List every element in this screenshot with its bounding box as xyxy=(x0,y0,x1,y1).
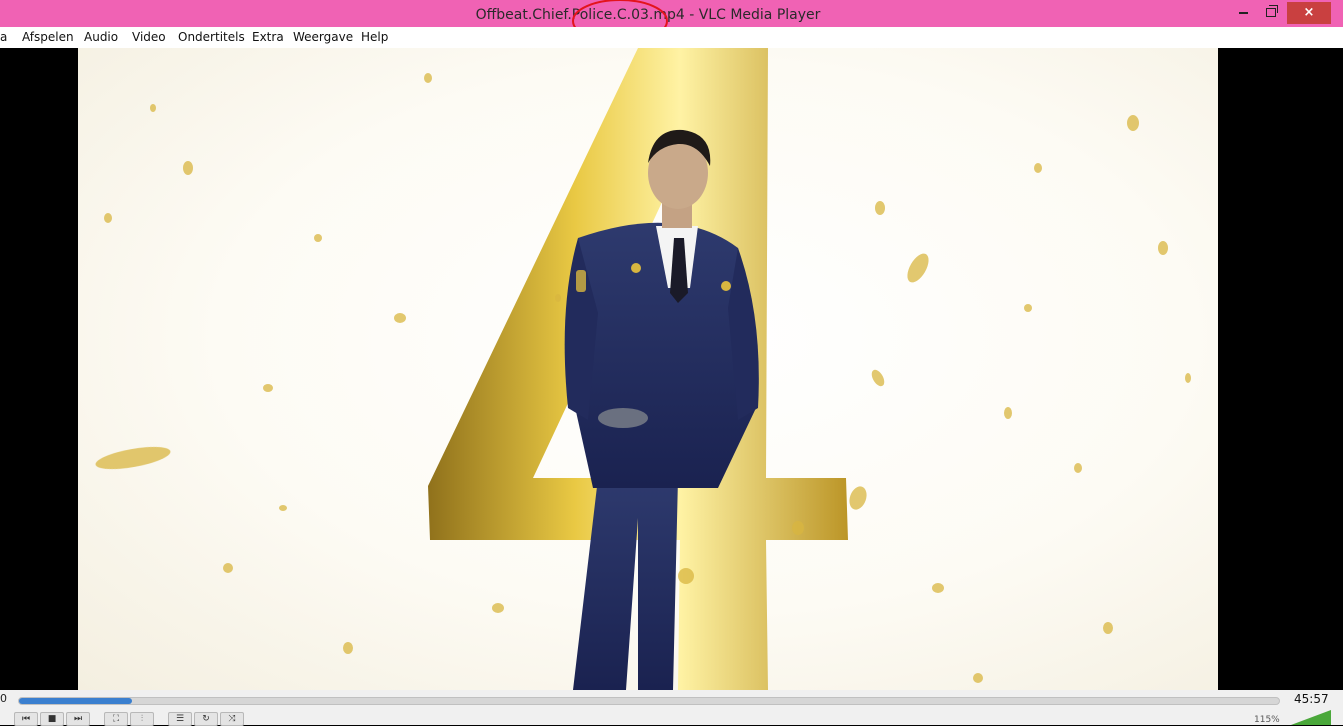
title-bar[interactable]: Offbeat.Chief.Police.C.03.mp4 - VLC Medi… xyxy=(0,0,1343,44)
elapsed-time: 0 xyxy=(0,692,7,705)
previous-icon: ⏮ xyxy=(21,714,31,724)
playback-controls: 0 45:57 ⏮ ■ ⏭ ⛶ ⫶ ☰ ↻ ⤨ 115% xyxy=(0,690,1343,726)
shuffle-button[interactable]: ⤨ xyxy=(220,712,244,726)
menu-afspelen[interactable]: Afspelen xyxy=(22,27,74,48)
minimize-icon xyxy=(1238,11,1248,14)
next-icon: ⏭ xyxy=(73,714,83,724)
fullscreen-icon: ⛶ xyxy=(112,714,120,724)
equalizer-icon: ⫶ xyxy=(140,714,144,724)
equalizer-button[interactable]: ⫶ xyxy=(130,712,154,726)
loop-icon: ↻ xyxy=(202,714,210,724)
menu-weergave[interactable]: Weergave xyxy=(293,27,353,48)
menu-video[interactable]: Video xyxy=(132,27,166,48)
seek-progress xyxy=(19,698,133,704)
next-button[interactable]: ⏭ xyxy=(66,712,90,726)
seek-bar[interactable] xyxy=(18,697,1280,705)
playlist-icon: ☰ xyxy=(175,714,185,724)
window-title: Offbeat.Chief.Police.C.03.mp4 - VLC Medi… xyxy=(475,7,821,23)
playlist-button[interactable]: ☰ xyxy=(168,712,192,726)
minimize-button[interactable] xyxy=(1228,2,1258,24)
volume-percent: 115% xyxy=(1254,715,1280,725)
video-scene xyxy=(95,48,1191,690)
menu-help[interactable]: Help xyxy=(361,27,388,48)
menu-media[interactable]: a xyxy=(0,27,7,48)
menu-ondertitels[interactable]: Ondertitels xyxy=(178,27,245,48)
fullscreen-button[interactable]: ⛶ xyxy=(104,712,128,726)
stop-icon: ■ xyxy=(47,714,57,724)
duration-time: 45:57 xyxy=(1294,692,1329,706)
loop-button[interactable]: ↻ xyxy=(194,712,218,726)
previous-button[interactable]: ⏮ xyxy=(14,712,38,726)
video-area[interactable] xyxy=(0,48,1343,690)
menu-audio[interactable]: Audio xyxy=(84,27,118,48)
menu-bar: a Afspelen Audio Video Ondertitels Extra… xyxy=(0,27,1343,49)
shuffle-icon: ⤨ xyxy=(228,714,236,724)
restore-button[interactable] xyxy=(1256,2,1286,24)
stop-button[interactable]: ■ xyxy=(40,712,64,726)
video-frame[interactable] xyxy=(78,48,1218,690)
menu-extra[interactable]: Extra xyxy=(252,27,284,48)
close-button[interactable]: × xyxy=(1287,2,1331,24)
restore-icon xyxy=(1266,5,1278,17)
volume-slider[interactable] xyxy=(1291,710,1331,725)
